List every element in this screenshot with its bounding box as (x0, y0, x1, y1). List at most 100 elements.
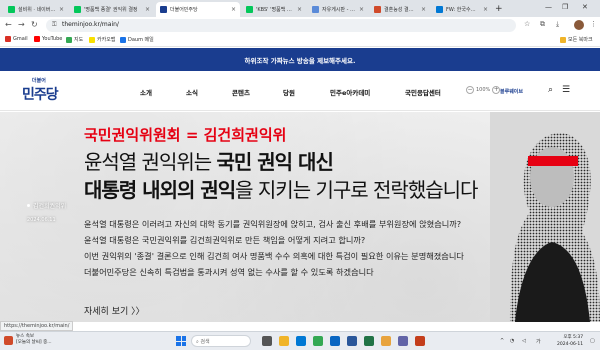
news-widget[interactable]: 뉴스 속보 [오늘의 날씨] 중... (4, 334, 52, 346)
chrome-icon[interactable] (313, 336, 323, 346)
hero-tag: 국민권익위원회 = 김건희권익위 (84, 126, 287, 144)
word-icon[interactable] (347, 336, 357, 346)
search-placeholder: 검색 (200, 339, 210, 345)
reload-icon[interactable]: ↻ (31, 20, 38, 29)
close-icon[interactable]: × (59, 6, 64, 13)
tab-favicon-icon (312, 6, 319, 13)
hamburger-menu-icon[interactable]: ☰ (562, 85, 570, 95)
nav-about[interactable]: 소개 (140, 87, 152, 97)
excel-icon[interactable] (364, 336, 374, 346)
slide-label[interactable]: 김건희권익위 (27, 201, 66, 210)
woman-photo-image (490, 112, 600, 322)
tab-6[interactable]: 결혼능성 결혼은 이 × (370, 2, 430, 17)
tab-3-active[interactable]: 더불어민주당 × (156, 2, 240, 17)
tab-2[interactable]: '명품백 종결' 권익위 결정 × (70, 2, 154, 17)
back-icon[interactable]: ← (5, 20, 12, 29)
windows-start-icon[interactable] (176, 336, 186, 346)
forward-icon[interactable]: → (18, 20, 25, 29)
powerpoint-icon[interactable] (415, 336, 425, 346)
bookmark-label: YouTube (42, 36, 63, 42)
tab-favicon-icon (74, 6, 81, 13)
tab-title: 더불어민주당 (170, 7, 198, 13)
outlook-icon[interactable] (330, 336, 340, 346)
tab-5[interactable]: 자유게시판 - 홍성 × (308, 2, 368, 17)
map-icon (66, 36, 72, 43)
tab-title: FW: 한국수자원공사 (446, 7, 480, 13)
hero-banner[interactable]: 국민권익위원회 = 김건희권익위 윤석열 권익위는 국민 권익 대신 대통령 내… (0, 112, 600, 322)
nav-response-center[interactable]: 국민응답센터 (405, 87, 441, 97)
taskbar-search-input[interactable]: ⌕ 검색 (191, 335, 251, 347)
bookmark-youtube[interactable]: YouTube (34, 36, 62, 42)
address-url[interactable]: theminjoo.kr/main/ (62, 21, 119, 28)
headline-bold-text: 대통령 내외의 권익 (84, 178, 236, 202)
tab-favicon-icon (246, 6, 253, 13)
volume-icon[interactable]: ◁ (522, 338, 526, 344)
tab-1[interactable]: 설비위 · 네이버 검색 × (4, 2, 68, 17)
taskbar-clock[interactable]: 오후 5:37 2024-06-11 (557, 334, 583, 348)
maximize-icon[interactable]: ❐ (562, 3, 568, 11)
close-icon[interactable]: × (145, 6, 150, 13)
edge-icon[interactable] (296, 336, 306, 346)
notice-banner[interactable]: 하위조작 가짜뉴스 방송을 제보해주세요. (0, 48, 600, 71)
tab-title: 결혼능성 결혼은 이 (384, 7, 418, 13)
wifi-icon[interactable]: ◔ (510, 338, 514, 344)
hero-headline-line2: 대통령 내외의 권익을 지키는 기구로 전락했습니다 (84, 174, 478, 203)
bookmarks-bar: Gmail YouTube 지도 카카오맵 Daum 메일 모든 북마크 (0, 34, 600, 47)
bookmark-gmail[interactable]: Gmail (5, 36, 28, 42)
minimize-icon[interactable]: — (545, 3, 552, 11)
task-view-icon[interactable] (262, 336, 272, 346)
profile-avatar[interactable] (574, 20, 584, 30)
extensions-icon[interactable]: ⧉ (540, 20, 545, 29)
hero-paragraph-1: 윤석열 대통령은 이러려고 자신의 대학 동기를 권익위원장에 앉히고, 검사 … (84, 219, 462, 229)
daum-icon (120, 36, 126, 43)
tab-4[interactable]: 'KBS' '명품백 종결' × (242, 2, 306, 17)
bookmark-daum-mail[interactable]: Daum 메일 (120, 36, 154, 43)
new-tab-icon[interactable]: + (495, 4, 503, 14)
kakaomap-icon (89, 36, 95, 43)
close-icon[interactable]: × (231, 6, 236, 13)
download-icon[interactable]: ⤓ (556, 20, 559, 29)
bullet-dot-icon (27, 204, 30, 207)
search-icon[interactable]: ⌕ (548, 85, 553, 95)
browser-toolbar: ← → ↻ ⚿ theminjoo.kr/main/ ☆ ⧉ ⤓ ⋮ (0, 17, 600, 34)
hangul-icon[interactable] (381, 336, 391, 346)
bookmark-star-icon[interactable]: ☆ (524, 20, 530, 28)
slide-label-text: 김건희권익위 (33, 203, 67, 210)
close-icon[interactable]: × (421, 6, 426, 13)
read-more-link[interactable]: 자세히 보기 〉〉 (84, 304, 145, 317)
address-bar[interactable]: ⚿ theminjoo.kr/main/ (46, 19, 516, 32)
news-sub: [오늘의 날씨] 중... (16, 340, 52, 345)
zoom-control: − 100% + (466, 86, 501, 94)
close-icon[interactable]: × (359, 6, 364, 13)
nav-contents[interactable]: 콘텐츠 (232, 87, 250, 97)
nav-news[interactable]: 소식 (186, 87, 198, 97)
notification-icon[interactable]: ▢ (590, 338, 595, 344)
nav-member[interactable]: 당원 (283, 87, 295, 97)
tab-title: 설비위 · 네이버 검색 (18, 7, 56, 13)
bluewave-link[interactable]: 블루웨이브 (500, 88, 523, 95)
close-window-icon[interactable]: ✕ (582, 3, 588, 11)
nav-academy[interactable]: 민주e아카데미 (330, 87, 370, 97)
zoom-level: 100% (476, 87, 491, 93)
menu-kebab-icon[interactable]: ⋮ (590, 20, 597, 28)
close-icon[interactable]: × (297, 6, 302, 13)
lock-icon[interactable]: ⚿ (52, 21, 57, 29)
hero-paragraph-4: 더불어민주당은 신속히 특검법을 통과시켜 성역 없는 수사를 할 수 있도록 … (84, 267, 374, 277)
tray-chevron-icon[interactable]: ^ (500, 338, 504, 344)
file-explorer-icon[interactable] (279, 336, 289, 346)
gmail-icon (5, 36, 11, 42)
tab-favicon-icon (8, 6, 15, 13)
bookmark-kakaomap[interactable]: 카카오맵 (89, 36, 115, 43)
tab-7[interactable]: FW: 한국수자원공사 × (432, 2, 492, 17)
close-icon[interactable]: × (483, 6, 488, 13)
hero-headline-line1: 윤석열 권익위는 국민 권익 대신 (84, 146, 334, 175)
clock-date: 2024-06-11 (557, 342, 584, 347)
teams-icon[interactable] (398, 336, 408, 346)
zoom-out-button[interactable]: − (466, 86, 474, 94)
party-logo[interactable]: 더불어 민주당 (22, 77, 62, 107)
tab-title: '명품백 종결' 권익위 결정 (84, 7, 138, 13)
bookmark-label: 지도 (74, 37, 84, 43)
all-bookmarks[interactable]: 모든 북마크 (560, 36, 593, 43)
bookmark-map[interactable]: 지도 (66, 36, 83, 43)
ime-lang-indicator[interactable]: 가 (536, 338, 541, 345)
